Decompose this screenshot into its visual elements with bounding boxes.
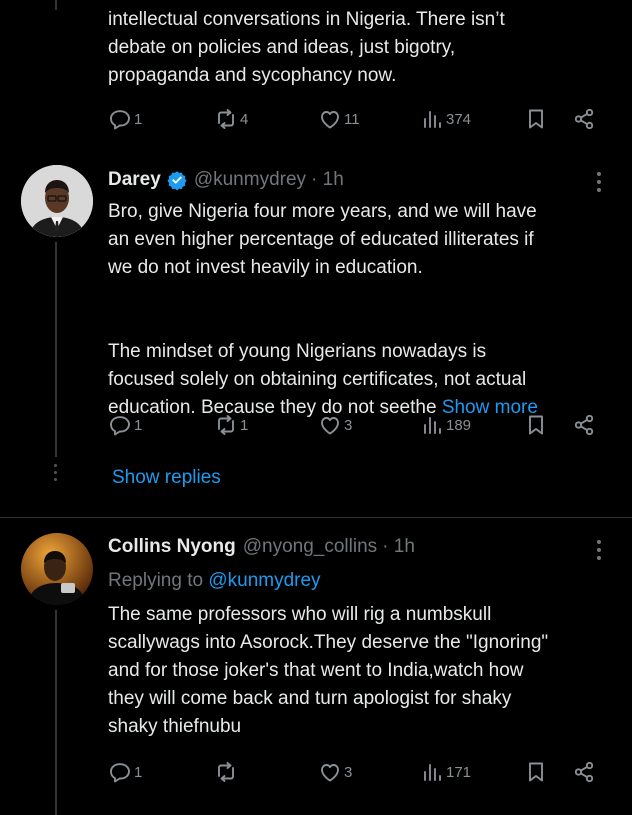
share-icon <box>574 414 594 436</box>
reply-count: 1 <box>134 763 143 781</box>
reply-icon <box>110 110 130 130</box>
divider <box>0 517 632 518</box>
like-count: 3 <box>344 416 353 434</box>
replying-to-label: Replying to <box>108 570 204 591</box>
tweet-2-header: Collins Nyong @nyong_collins · 1h <box>108 533 415 561</box>
heart-icon <box>321 764 339 782</box>
repost-icon <box>218 762 234 782</box>
reply-button[interactable]: 1 <box>108 107 142 131</box>
timestamp[interactable]: · 1h <box>311 169 344 191</box>
like-button[interactable]: 3 <box>318 760 352 784</box>
like-count: 3 <box>344 763 353 781</box>
bookmark-icon <box>529 762 543 782</box>
thread-line-top <box>55 0 57 10</box>
thread-line-1 <box>55 242 57 457</box>
display-name[interactable]: Darey <box>108 169 161 191</box>
bookmark-button[interactable] <box>524 760 548 784</box>
timestamp[interactable]: · 1h <box>382 536 415 558</box>
share-button[interactable] <box>572 413 596 437</box>
views-count: 374 <box>446 110 472 128</box>
verified-badge-icon <box>167 170 187 190</box>
user-handle[interactable]: @kunmydrey <box>194 169 306 191</box>
replying-to-handle[interactable]: @kunmydrey <box>208 570 320 591</box>
avatar[interactable] <box>21 165 93 237</box>
more-options-icon[interactable] <box>596 540 602 560</box>
tweet-1-actions: 1 1 3 189 <box>108 410 598 440</box>
bookmark-icon <box>529 109 543 129</box>
repost-button[interactable]: 4 <box>214 107 248 131</box>
views-count: 171 <box>446 763 472 781</box>
reply-count: 1 <box>134 110 143 128</box>
repost-button[interactable] <box>214 760 240 784</box>
tweet-2-text: The same professors who will rig a numbs… <box>108 604 549 737</box>
replying-to: Replying to @kunmydrey <box>108 567 321 595</box>
views-icon <box>424 417 441 434</box>
like-button[interactable]: 11 <box>318 107 360 131</box>
tweet-1-text-para2: The mindset of young Nigerians nowadays … <box>108 310 618 422</box>
views-count: 189 <box>446 416 472 434</box>
thread-line-2 <box>55 610 57 815</box>
reply-icon <box>110 416 130 436</box>
like-count: 11 <box>344 110 360 128</box>
repost-icon <box>218 109 234 129</box>
reply-button[interactable]: 1 <box>108 413 142 437</box>
views-icon <box>424 111 441 128</box>
show-replies-link[interactable]: Show replies <box>112 464 221 492</box>
reply-button[interactable]: 1 <box>108 760 142 784</box>
tweet-1-header: Darey @kunmydrey · 1h <box>108 166 344 194</box>
views-button[interactable]: 171 <box>420 760 471 784</box>
thread-dots-icon <box>54 464 57 481</box>
bookmark-button[interactable] <box>524 413 548 437</box>
heart-icon <box>321 111 339 129</box>
repost-count: 4 <box>240 110 249 128</box>
share-icon <box>574 108 594 130</box>
tweet-0-actions: 1 4 11 374 <box>108 104 598 134</box>
like-button[interactable]: 3 <box>318 413 352 437</box>
heart-icon <box>321 417 339 435</box>
bookmark-button[interactable] <box>524 107 548 131</box>
views-icon <box>424 764 441 781</box>
tweet-1-text-para1: Bro, give Nigeria four more years, and w… <box>108 201 537 278</box>
share-icon <box>574 761 594 783</box>
tweet-2-actions: 1 3 171 <box>108 757 598 787</box>
user-handle[interactable]: @nyong_collins <box>243 536 377 558</box>
tweet-0-text: intellectual conversations in Nigeria. T… <box>108 9 505 86</box>
avatar[interactable] <box>21 533 93 605</box>
display-name[interactable]: Collins Nyong <box>108 536 236 558</box>
person-avatar-image <box>21 533 93 605</box>
more-options-icon[interactable] <box>596 172 602 192</box>
share-button[interactable] <box>572 760 596 784</box>
views-button[interactable]: 374 <box>420 107 471 131</box>
repost-count: 1 <box>240 416 249 434</box>
person-avatar-image <box>21 165 93 237</box>
reply-icon <box>110 763 130 783</box>
repost-icon <box>218 415 234 435</box>
views-button[interactable]: 189 <box>420 413 471 437</box>
bookmark-icon <box>529 415 543 435</box>
share-button[interactable] <box>572 107 596 131</box>
reply-count: 1 <box>134 416 143 434</box>
repost-button[interactable]: 1 <box>214 413 248 437</box>
